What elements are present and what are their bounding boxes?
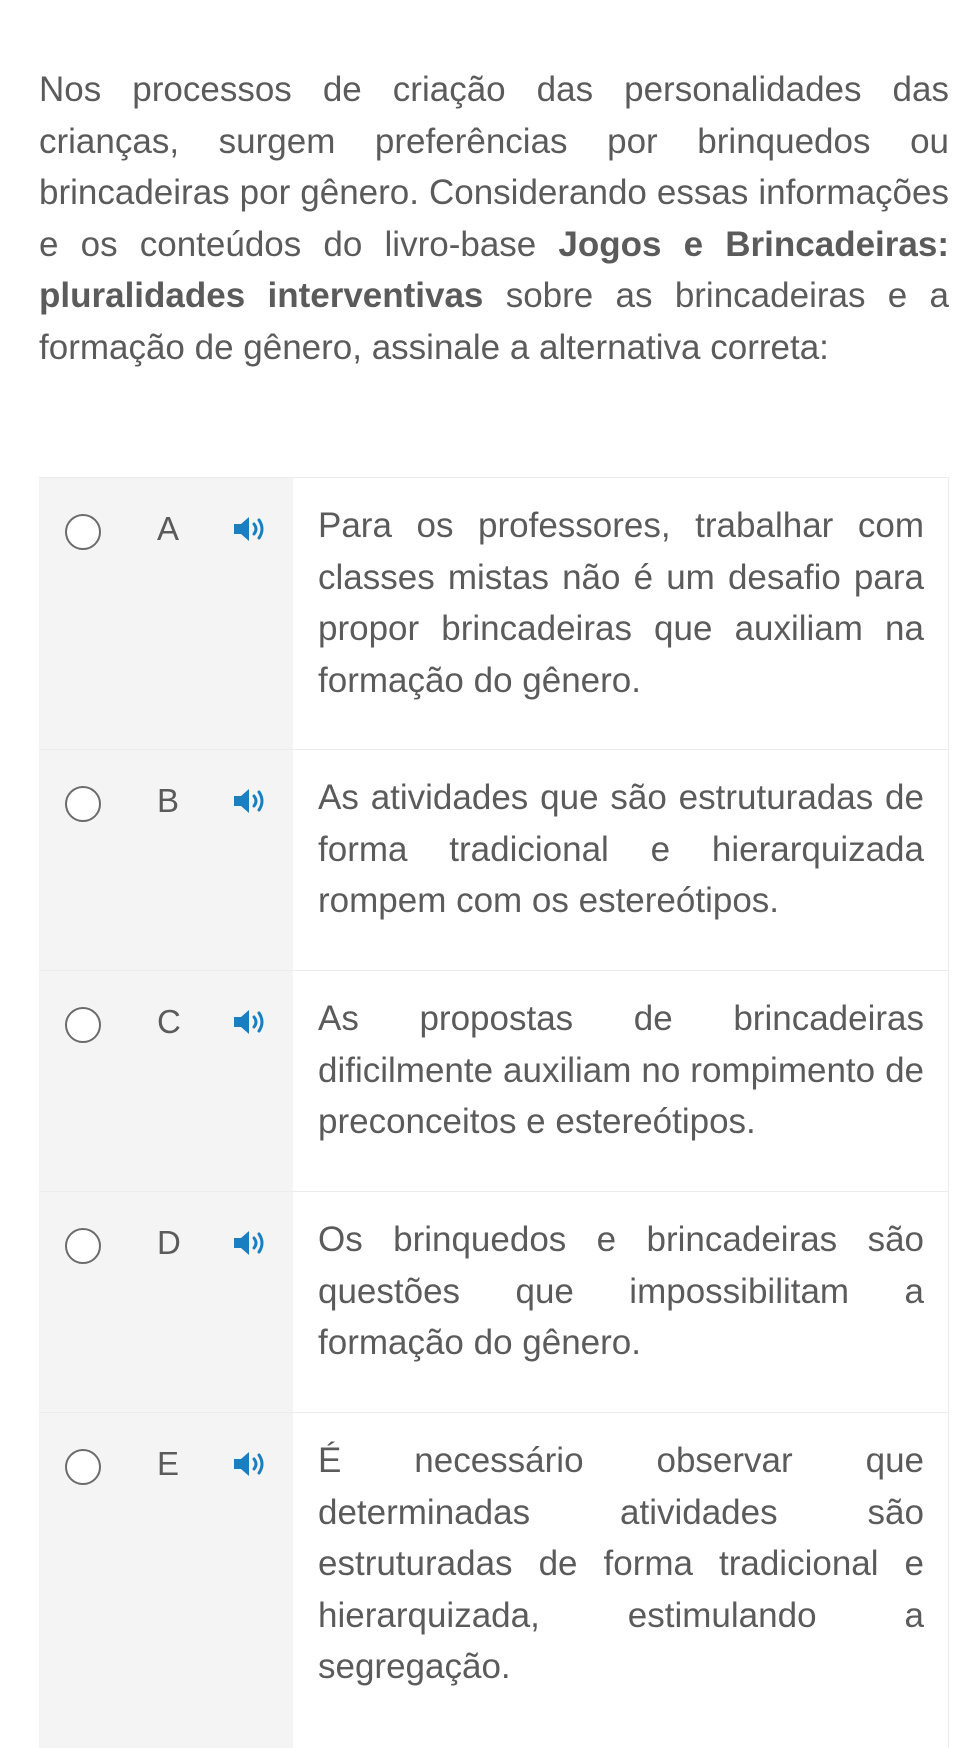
option-a-radio[interactable] [65, 514, 101, 550]
option-a[interactable]: A Para os professores, trabalhar com cla… [39, 478, 949, 750]
speaker-icon[interactable] [232, 1007, 270, 1037]
option-c-radio[interactable] [65, 1007, 101, 1043]
speaker-icon[interactable] [232, 1228, 270, 1258]
option-b-text[interactable]: As atividades que são estruturadas de fo… [293, 750, 949, 970]
option-c-text[interactable]: As propostas de brincadeiras dificilment… [293, 971, 949, 1191]
question-text: Nos processos de criação das personalida… [39, 64, 949, 373]
speaker-icon[interactable] [232, 786, 270, 816]
option-e[interactable]: E É necessário observar que determinadas… [39, 1413, 949, 1748]
option-e-radio[interactable] [65, 1449, 101, 1485]
option-a-text[interactable]: Para os professores, trabalhar com class… [293, 478, 949, 749]
speaker-icon[interactable] [232, 1449, 270, 1479]
option-b-controls: B [39, 750, 293, 970]
option-e-controls: E [39, 1413, 293, 1748]
option-b-letter: B [157, 782, 180, 819]
option-c[interactable]: C As propostas de brincadeiras dificilme… [39, 971, 949, 1192]
option-b[interactable]: B As atividades que são estruturadas de … [39, 750, 949, 971]
option-d[interactable]: D Os brinquedos e brincadeiras são quest… [39, 1192, 949, 1413]
option-a-controls: A [39, 478, 293, 749]
option-b-radio[interactable] [65, 786, 101, 822]
question-page: Nos processos de criação das personalida… [0, 0, 980, 1748]
option-e-text[interactable]: É necessário observar que determinadas a… [293, 1413, 949, 1748]
option-d-text[interactable]: Os brinquedos e brincadeiras são questõe… [293, 1192, 949, 1412]
speaker-icon[interactable] [232, 514, 270, 544]
option-d-letter: D [157, 1224, 181, 1261]
option-c-controls: C [39, 971, 293, 1191]
answer-options: A Para os professores, trabalhar com cla… [39, 477, 949, 1748]
option-a-letter: A [157, 510, 180, 547]
option-e-letter: E [157, 1445, 180, 1482]
option-c-letter: C [157, 1003, 181, 1040]
option-d-controls: D [39, 1192, 293, 1412]
option-d-radio[interactable] [65, 1228, 101, 1264]
